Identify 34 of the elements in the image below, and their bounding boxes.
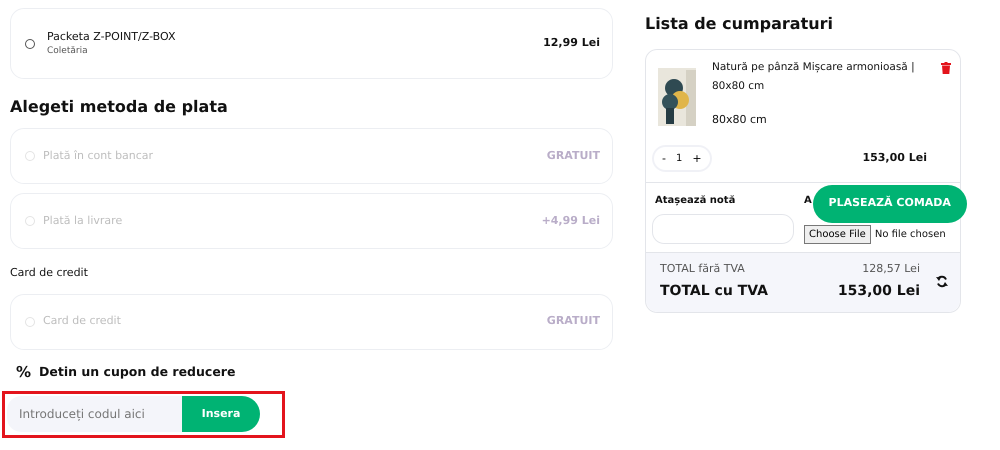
shipping-price: 12,99 Lei: [543, 35, 600, 52]
payment-label: Plată în cont bancar: [43, 148, 154, 164]
minus-button[interactable]: -: [662, 152, 666, 164]
payment-label: Plată la livrare: [43, 212, 122, 229]
file-status: No file chosen: [874, 228, 946, 242]
payment-price: GRATUIT: [546, 313, 600, 330]
note-input[interactable]: [652, 214, 794, 244]
section-heading: Alegeti metoda de plata: [10, 97, 229, 116]
coupon-heading: Detin un cupon de reducere: [39, 362, 236, 381]
shipping-option-card[interactable]: Packeta Z-POINT/Z-BOX Coletăria 12,99 Lei: [10, 8, 613, 79]
note-label: Atașează notă: [655, 194, 736, 208]
total-label: TOTAL cu TVA: [660, 282, 768, 302]
payment-price: +4,99 Lei: [542, 212, 600, 229]
total-value: 153,00 Lei: [838, 282, 920, 302]
product-name[interactable]: Natură pe pânză Mișcare armonioasă | 80x80 cm: [712, 58, 927, 96]
subtotal-label: TOTAL fără TVA: [660, 260, 745, 277]
trash-icon[interactable]: [941, 62, 951, 74]
cart-title: Lista de cumparaturi: [645, 14, 834, 34]
item-price: 153,00 Lei: [862, 150, 927, 166]
shipping-name: Packeta Z-POINT/Z-BOX: [47, 28, 176, 44]
coupon-input[interactable]: Introduceți codul aici: [7, 396, 182, 432]
quantity-value: 1: [676, 152, 682, 166]
shipping-subtitle: Coletăria: [47, 45, 89, 58]
product-variant: 80x80 cm: [712, 112, 768, 128]
choose-file-button[interactable]: Choose File: [804, 224, 871, 244]
percent-icon: %: [16, 360, 32, 384]
radio-button[interactable]: [25, 38, 35, 48]
attach-label: A: [804, 194, 812, 208]
refresh-icon[interactable]: [936, 274, 948, 288]
payment-label: Card de credit: [43, 313, 121, 330]
group-label: Card de credit: [10, 265, 89, 282]
plus-button[interactable]: +: [692, 152, 702, 164]
payment-price: GRATUIT: [546, 148, 600, 164]
subtotal-value: 128,57 Lei: [862, 260, 920, 277]
